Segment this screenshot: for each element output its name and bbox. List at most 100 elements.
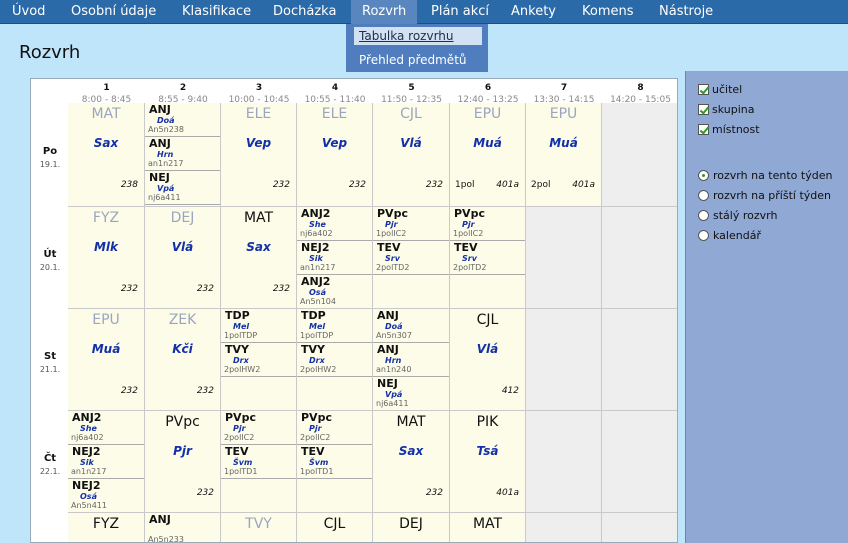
menu-item-5[interactable]: Plán akcí [431,0,489,24]
teacher-abbrev: Vep [321,136,348,150]
lesson-group[interactable]: ANJ Hrn an1n217 [145,137,220,171]
lesson-cell[interactable]: MAT Sax 238 [68,103,145,207]
radio-1[interactable]: rozvrh na příští týden [698,189,831,203]
group-room: 1polTDP [224,331,258,340]
lesson-cell[interactable]: EPU Muá 401a 2pol [526,103,602,207]
radio-label: rozvrh na příští týden [713,189,832,202]
lesson-group[interactable]: PVpc Pjr 1polIC2 [450,207,525,241]
lesson-group[interactable]: NEJ2 Osá An5n411 [68,479,144,512]
lesson-group[interactable]: NEJ Vpá nj6a411 [373,377,449,410]
lesson-cell[interactable]: MAT [450,513,526,542]
lesson-cell[interactable]: ELE Vep 232 [221,103,297,207]
checkbox-0[interactable]: učitel [698,83,742,97]
timetable: 1 8:00 - 8:45 2 8:55 - 9:40 3 10:00 - 10:45 4 1… [30,78,678,543]
lesson-cell[interactable]: ANJ2 She nj6a402 NEJ2 Sik an1n217 NEJ2 Osá An5n4… [68,411,145,513]
lesson-group[interactable]: TEV Srv 2polTD2 [373,241,449,275]
lesson-cell[interactable]: DEJ Vlá 232 [145,207,221,309]
lesson-cell[interactable]: EPU Muá 232 [68,309,145,411]
lesson-group[interactable]: TEV Švm 1polTD1 [221,445,296,479]
lesson-cell[interactable]: PIK Tsá 401a [450,411,526,513]
lesson-group[interactable]: TDP Mel 1polTDP [297,309,372,343]
menu-item-8[interactable]: Nástroje [659,0,713,24]
lesson-cell[interactable]: TVY [221,513,297,542]
lesson-group[interactable]: NEJ Vpá nj6a411 [145,171,220,205]
lesson-group[interactable]: ANJ Hrn an1n240 [373,343,449,377]
hour-number: 6 [484,83,492,93]
lesson-group[interactable]: TDP Mel 1polTDP [221,309,296,343]
lesson-cell[interactable]: FYZ Mlk 232 [68,207,145,309]
lesson-cell[interactable]: MAT Sax 232 [221,207,297,309]
day-date: 22.1. [39,467,61,476]
lesson-cell[interactable]: TDP Mel 1polTDP TVY Drx 2polHW2 [297,309,373,411]
lesson-cell[interactable]: PVpc Pjr 1polIC2 TEV Srv 2polTD2 [373,207,450,309]
subject-abbrev: TVY [245,516,272,532]
lesson-group[interactable]: ANJ Doá An5n307 [373,309,449,343]
lesson-cell[interactable]: FYZ [68,513,145,542]
subject-abbrev: ANJ2 [301,275,331,288]
lesson-group[interactable]: PVpc Pjr 2polIC2 [221,411,296,445]
lesson-group[interactable]: ANJ2 Osá An5n104 [297,275,372,308]
lesson-cell[interactable]: CJL Vlá 412 [450,309,526,411]
lesson-group[interactable]: TVY Drx 2polHW2 [297,343,372,377]
lesson-cell[interactable]: CJL [297,513,373,542]
checkbox-box[interactable] [698,104,709,115]
radio-button[interactable] [698,210,709,221]
menu-item-3[interactable]: Docházka [273,0,336,24]
checkbox-2[interactable]: místnost [698,123,760,137]
subject-abbrev: ELE [321,106,348,122]
lesson-group[interactable]: ANJ An5n233 [145,513,220,542]
lesson-group[interactable]: TEV Švm 1polTD1 [297,445,372,479]
radio-3[interactable]: kalendář [698,229,761,243]
lesson-group[interactable]: ANJ2 She nj6a402 [68,411,144,445]
lesson-group[interactable]: NEJ2 Sik an1n217 [68,445,144,479]
teacher-abbrev: Vpá [385,390,403,399]
lesson-group[interactable]: PVpc Pjr 1polIC2 [373,207,449,241]
menu-item-2[interactable]: Klasifikace [182,0,251,24]
lesson-cell[interactable]: ANJ Doá An5n307 ANJ Hrn an1n240 NEJ Vpá nj6a411 [373,309,450,411]
group-room: An5n411 [71,501,107,510]
menu-item-1[interactable]: Osobní údaje [71,0,156,24]
subject-abbrev: MAT [91,106,121,122]
checkbox-box[interactable] [698,124,709,135]
lesson-cell[interactable]: ANJ An5n233 [145,513,221,542]
subject-abbrev: PVpc [225,411,256,424]
submenu-item-0[interactable]: Tabulka rozvrhu [354,27,482,45]
lesson-cell[interactable]: PVpc Pjr 1polIC2 TEV Srv 2polTD2 [450,207,526,309]
lesson-cell[interactable]: EPU Muá 401a 1pol [450,103,526,207]
menu-item-4[interactable]: Rozvrh [351,0,418,24]
radio-button[interactable] [698,190,709,201]
lesson-cell[interactable]: CJL Vlá 232 [373,103,450,207]
room-number: 232 [196,284,214,294]
lesson-group[interactable]: ANJ Doá An5n238 [145,103,220,137]
radio-0[interactable]: rozvrh na tento týden [698,169,832,183]
lesson-cell[interactable]: ZEK Kči 232 [145,309,221,411]
menu-item-7[interactable]: Komens [582,0,634,24]
radio-button[interactable] [698,230,709,241]
lesson-cell[interactable]: TDP Mel 1polTDP TVY Drx 2polHW2 [221,309,297,411]
submenu-item-1[interactable]: Přehled předmětů [354,51,482,69]
lesson-group[interactable]: TEV Srv 2polTD2 [450,241,525,275]
radio-2[interactable]: stálý rozvrh [698,209,777,223]
radio-button[interactable] [698,170,709,181]
lesson-cell[interactable]: ELE Vep 232 [297,103,373,207]
menu-item-6[interactable]: Ankety [511,0,556,24]
lesson-group[interactable]: ANJ2 She nj6a402 [297,207,372,241]
lesson-cell[interactable]: MAT Sax 232 [373,411,450,513]
lesson-group[interactable]: TVY Drx 2polHW2 [221,343,296,377]
lesson-cell[interactable]: ANJ Doá An5n238 ANJ Hrn an1n217 NEJ Vpá nj6a411 [145,103,221,207]
lesson-group[interactable]: NEJ2 Sik an1n217 [297,241,372,275]
hour-number: 3 [255,83,263,93]
lesson-cell[interactable]: ANJ2 She nj6a402 NEJ2 Sik an1n217 ANJ2 Osá An5n1… [297,207,373,309]
checkbox-1[interactable]: skupina [698,103,755,117]
lesson-cell [602,207,677,309]
lesson-cell[interactable]: PVpc Pjr 2polIC2 TEV Švm 1polTD1 [221,411,297,513]
lesson-group[interactable]: PVpc Pjr 2polIC2 [297,411,372,445]
lesson-cell [526,513,602,542]
lesson-cell[interactable]: PVpc Pjr 232 [145,411,221,513]
lesson-cell[interactable]: DEJ [373,513,450,542]
checkbox-box[interactable] [698,84,709,95]
group-room: 1polIC2 [376,229,407,238]
group-label: 2pol [531,180,551,190]
lesson-cell[interactable]: PVpc Pjr 2polIC2 TEV Švm 1polTD1 [297,411,373,513]
menu-item-0[interactable]: Úvod [12,0,45,24]
